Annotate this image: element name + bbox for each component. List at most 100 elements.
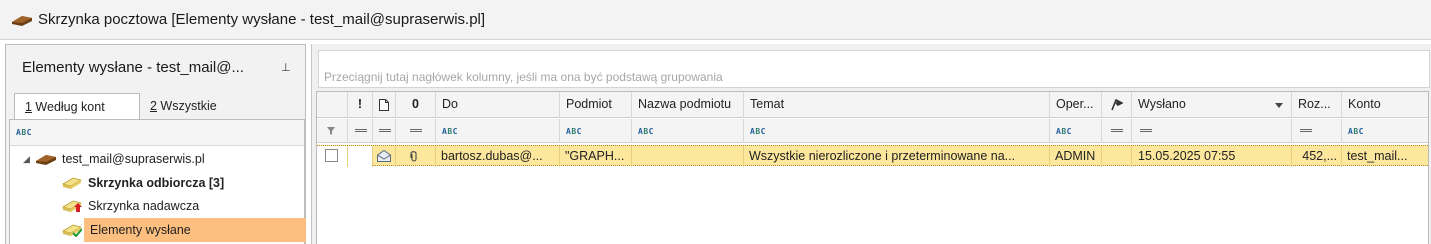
filter-rozmiar[interactable] [1292,119,1342,143]
flag-icon [1111,98,1123,111]
filter-konto[interactable]: ABC [1342,119,1428,143]
equals-icon [1111,129,1123,132]
row-wyslano-cell: 15.05.2025 07:55 [1132,146,1292,167]
abc-filter-icon: ABC [1056,127,1072,136]
abc-filter-icon: ABC [750,127,766,136]
funnel-icon [327,127,335,135]
col-nazwa-podmiotu-label: Nazwa podmiotu [638,97,732,111]
col-rozmiar-label: Roz... [1298,97,1331,111]
messages-grid: ! 0 Do Podmiot Nazwa podmiotu Temat Oper… [316,91,1429,244]
col-konto-label: Konto [1348,97,1381,111]
col-priority[interactable]: ! [348,92,373,118]
col-wyslano[interactable]: Wysłano [1132,92,1292,118]
mailbox-icon [36,155,56,165]
col-attachment[interactable]: 0 [396,92,436,118]
col-wyslano-label: Wysłano [1138,97,1186,111]
filter-select[interactable] [317,119,348,143]
filter-nazwa-podmiotu[interactable]: ABC [632,119,744,143]
filter-wyslano[interactable] [1132,119,1292,143]
filter-type[interactable] [373,119,396,143]
paperclip-icon: 0 [412,97,419,111]
col-do[interactable]: Do [436,92,560,118]
col-select[interactable] [317,92,348,118]
row-attachment-cell [396,146,436,167]
tab-label: Wszystkie [156,99,217,113]
filter-podmiot[interactable]: ABC [560,119,632,143]
tree-folder-inbox[interactable]: Skrzynka odbiorcza [3] [10,172,304,194]
panel-title: Elementy wysłane - test_mail@... [22,59,244,76]
collapse-icon[interactable]: ◢ [23,154,30,165]
col-operator-label: Oper... [1056,97,1094,111]
abc-filter-icon: ABC [16,128,32,137]
equals-icon [1300,129,1312,132]
row-flag-cell [1102,146,1132,167]
outbox-folder-icon [62,200,82,212]
row-type-cell [373,146,396,167]
sort-descending-icon [1275,103,1283,108]
equals-icon [410,129,422,132]
row-operator-cell: ADMIN [1050,146,1102,167]
col-do-label: Do [442,97,458,111]
folder-label: Elementy wysłane [90,223,191,237]
row-select-cell[interactable] [317,146,348,167]
tab-key: 1 [25,100,32,114]
open-envelope-icon [377,150,391,162]
row-konto-cell: test_mail... [1347,149,1408,163]
col-podmiot[interactable]: Podmiot [560,92,632,118]
row-nazwa-podmiotu-cell [632,146,744,167]
abc-filter-icon: ABC [1348,127,1364,136]
title-bar: Skrzynka pocztowa [Elementy wysłane - te… [0,0,1431,40]
tab-wedlug-kont[interactable]: 1 Według kont [14,93,140,120]
tab-key: 2 [150,99,157,113]
pin-icon[interactable]: ⊥ [281,61,291,74]
tab-label: Według kont [31,100,105,114]
window-title: Skrzynka pocztowa [Elementy wysłane - te… [38,11,486,28]
table-row[interactable]: bartosz.dubas@... "GRAPH... Wszystkie ni… [317,145,1428,167]
folder-tree: ABC ◢ test_mail@supraserwis.pl Skrzynka … [9,119,306,244]
filter-flag[interactable] [1102,119,1132,143]
abc-filter-icon: ABC [638,127,654,136]
abc-filter-icon: ABC [442,127,458,136]
row-priority-cell [348,146,373,167]
filter-operator[interactable]: ABC [1050,119,1102,143]
row-checkbox[interactable] [325,149,338,162]
tree-filter-row[interactable]: ABC [10,120,304,146]
folders-panel: Elementy wysłane - test_mail@... ⊥ 1 Wed… [5,44,306,244]
folder-label: Skrzynka odbiorcza [3] [88,176,225,190]
tree-folder-sent[interactable]: Elementy wysłane [10,218,306,242]
tree-folder-outbox[interactable]: Skrzynka nadawcza [10,195,304,217]
col-temat[interactable]: Temat [744,92,1050,118]
paperclip-icon [410,151,417,162]
col-nazwa-podmiotu[interactable]: Nazwa podmiotu [632,92,744,118]
filter-temat[interactable]: ABC [744,119,1050,143]
account-label: test_mail@supraserwis.pl [62,152,205,166]
mailbox-app-icon [12,16,32,26]
row-rozmiar-cell: 452,... [1292,146,1342,167]
group-hint-text: Przeciągnij tutaj nagłówek kolumny, jeśl… [324,70,723,84]
col-konto[interactable]: Konto [1342,92,1428,118]
col-flag[interactable] [1102,92,1132,118]
col-podmiot-label: Podmiot [566,97,612,111]
filter-priority[interactable] [348,119,373,143]
col-priority-label: ! [357,97,363,111]
filter-attachment[interactable] [396,119,436,143]
row-podmiot-cell: "GRAPH... [560,146,632,167]
equals-icon [355,129,367,132]
equals-icon [1140,129,1152,132]
abc-filter-icon: ABC [566,127,582,136]
col-type[interactable] [373,92,396,118]
folder-label: Skrzynka nadawcza [88,199,200,213]
document-icon [379,99,389,111]
equals-icon [379,129,391,132]
tab-wszystkie[interactable]: 2 Wszystkie [140,93,240,120]
col-operator[interactable]: Oper... [1050,92,1102,118]
grid-filter-row: ABC ABC ABC ABC ABC ABC [317,119,1428,143]
sent-folder-icon [62,224,82,237]
grid-header: ! 0 Do Podmiot Nazwa podmiotu Temat Oper… [317,92,1428,118]
row-do-cell: bartosz.dubas@... [436,146,560,167]
tree-account[interactable]: ◢ test_mail@supraserwis.pl [10,148,304,170]
col-rozmiar[interactable]: Roz... [1292,92,1342,118]
filter-do[interactable]: ABC [436,119,560,143]
group-by-area[interactable]: Przeciągnij tutaj nagłówek kolumny, jeśl… [318,50,1430,88]
col-temat-label: Temat [750,97,785,111]
